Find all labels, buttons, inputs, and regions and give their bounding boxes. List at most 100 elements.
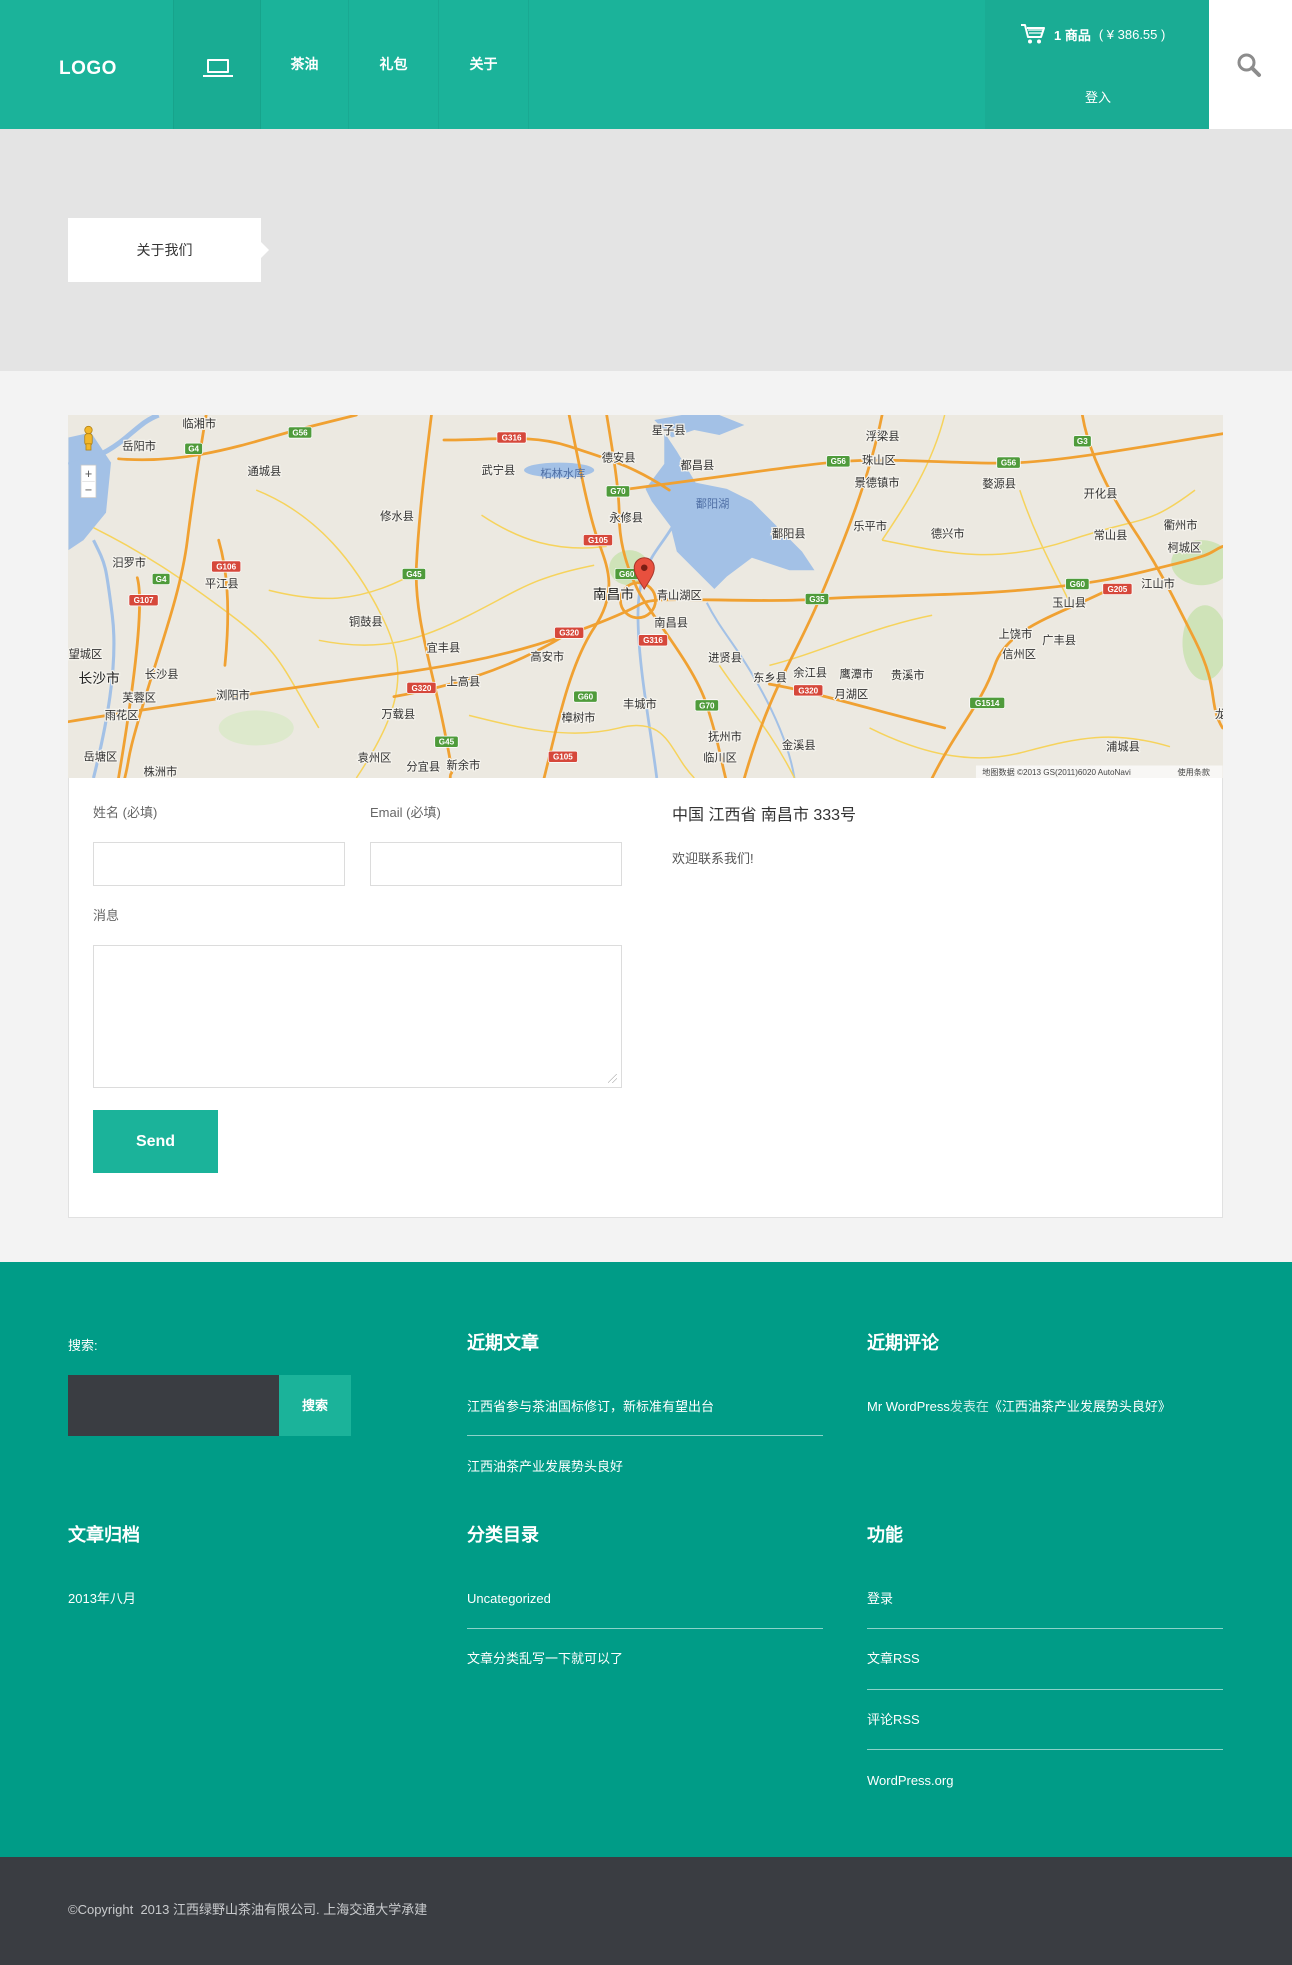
map-label: 平江县 — [205, 578, 239, 591]
header-search-button[interactable] — [1209, 0, 1292, 129]
nav-item-label: 关于 — [469, 56, 498, 72]
highway-shield: G107 — [128, 594, 159, 607]
footer-search-button[interactable]: 搜索 — [279, 1375, 351, 1436]
cart-area — [985, 0, 1209, 129]
laptop-icon — [203, 59, 233, 77]
category-link[interactable]: Uncategorized — [467, 1590, 551, 1608]
map-label: 高安市 — [530, 649, 564, 663]
category-link[interactable]: 文章分类乱写一下就可以了 — [467, 1650, 623, 1668]
meta-wordpress-link[interactable]: WordPress.org — [867, 1772, 953, 1790]
divider — [467, 1435, 823, 1436]
map-label: 临川区 — [703, 751, 737, 765]
map-label: 婺源县 — [982, 477, 1016, 491]
map-label: 雨花区 — [105, 709, 139, 722]
nav-item-about[interactable]: 关于 — [439, 0, 529, 129]
pegman-icon[interactable] — [84, 425, 93, 451]
map-label: 鄱阳县 — [772, 528, 806, 541]
send-button[interactable]: Send — [93, 1110, 218, 1173]
message-textarea[interactable] — [93, 945, 622, 1088]
highway-shield: G4 — [151, 572, 171, 585]
highway-shield-label: G60 — [619, 570, 635, 579]
highway-shield-label: G3 — [1077, 437, 1088, 446]
highway-shield-label: G56 — [1001, 458, 1017, 467]
zoom-in-button[interactable]: + — [85, 467, 92, 481]
map-water-label: 柘林水库 — [540, 467, 585, 481]
footer-search-input[interactable] — [68, 1375, 279, 1436]
comment-author-link[interactable]: Mr WordPress — [867, 1399, 950, 1414]
message-label: 消息 — [93, 908, 120, 923]
highway-shield-label: G105 — [588, 536, 608, 545]
highway-shield-label: G4 — [156, 575, 167, 584]
highway-shield: G320 — [793, 684, 824, 697]
highway-shield-label: G107 — [134, 596, 154, 605]
highway-shield-label: G60 — [578, 693, 594, 702]
map-label: 长沙市 — [78, 670, 120, 686]
map-label: 景德镇市 — [855, 475, 900, 489]
archive-link[interactable]: 2013年八月 — [68, 1590, 136, 1608]
highway-shield: G4 — [184, 442, 203, 455]
categories-title: 分类目录 — [467, 1525, 539, 1545]
highway-shield: G60 — [1065, 577, 1090, 590]
login-link[interactable]: 登入 — [1060, 88, 1136, 108]
map-label: 临湘市 — [182, 417, 216, 431]
highway-shield-label: G70 — [610, 487, 626, 496]
highway-shield: G316 — [496, 431, 527, 444]
breadcrumb-current: 关于我们 — [136, 242, 193, 258]
site-footer — [0, 1262, 1292, 1857]
logo[interactable]: LOGO — [59, 57, 117, 81]
highway-shield-label: G35 — [809, 595, 825, 604]
map-canvas[interactable]: G4 G56 G316 G56 G56 G3 G70 G105 G106 G4 G45 G60 G35 G… — [68, 415, 1223, 778]
divider — [467, 1628, 823, 1629]
map-terms-link[interactable]: 使用条款 — [1177, 767, 1210, 777]
map-label: 鹰潭市 — [840, 667, 874, 681]
highway-shield-label: G320 — [411, 684, 431, 693]
map-label: 信州区 — [1002, 648, 1036, 661]
map-label: 丰城市 — [623, 697, 657, 711]
highway-shield-label: G56 — [292, 428, 308, 437]
highway-shield-label: G60 — [1070, 580, 1086, 589]
highway-shield: G70 — [694, 699, 719, 712]
map-label: 上高县 — [446, 674, 480, 688]
map-label: 星子县 — [652, 424, 686, 437]
nav-item-label: 礼包 — [379, 56, 408, 72]
recent-posts-title: 近期文章 — [467, 1333, 539, 1353]
email-label: Email (必填) — [370, 805, 441, 820]
cart-summary[interactable]: 1 商品 ( ¥ 386.55 ) — [1020, 22, 1165, 46]
meta-login-link[interactable]: 登录 — [867, 1590, 893, 1608]
nav-home[interactable] — [173, 0, 261, 129]
archives-title: 文章归档 — [68, 1525, 140, 1545]
recent-post-link[interactable]: 江西省参与茶油国标修订，新标准有望出台 — [467, 1398, 714, 1416]
resize-handle[interactable] — [608, 1074, 617, 1083]
map-label: 珠山区 — [862, 453, 896, 467]
map-label: 余江县 — [793, 666, 827, 680]
map-label: 岳阳市 — [122, 439, 156, 453]
comment-post-link[interactable]: 《江西油茶产业发展势头良好》 — [989, 1399, 1171, 1414]
map-label: 开化县 — [1084, 487, 1118, 501]
map-water-label: 鄱阳湖 — [696, 497, 730, 511]
nav-item-oil[interactable]: 茶油 — [261, 0, 349, 129]
highway-shield: G320 — [554, 626, 585, 639]
highway-shield-label: G316 — [643, 636, 663, 645]
recent-post-link[interactable]: 江西油茶产业发展势头良好 — [467, 1458, 623, 1476]
zoom-out-button[interactable]: − — [85, 483, 92, 497]
map-label: 上饶市 — [998, 627, 1032, 641]
cart-total: ( ¥ 386.55 ) — [1098, 26, 1166, 42]
highway-shield: G70 — [605, 485, 631, 498]
nav-item-gift[interactable]: 礼包 — [349, 0, 439, 129]
map-label: 江山市 — [1141, 577, 1175, 591]
map-label: 南昌市 — [593, 586, 635, 602]
meta-comments-rss-link[interactable]: 评论RSS — [867, 1711, 920, 1729]
highway-shield-label: G316 — [502, 433, 522, 442]
highway-shield-label: G45 — [439, 738, 455, 747]
highway-shield-label: G105 — [553, 753, 573, 762]
name-field[interactable] — [93, 842, 345, 886]
map-label: 分宜县 — [406, 759, 440, 773]
map-label: 宜丰县 — [426, 641, 460, 655]
highway-shield-label: G70 — [699, 701, 715, 710]
meta-entries-rss-link[interactable]: 文章RSS — [867, 1650, 920, 1668]
cart-count: 1 商品 — [1054, 27, 1091, 43]
map[interactable]: G4 G56 G316 G56 G56 G3 G70 G105 G106 G4 G45 G60 G35 G… — [68, 415, 1223, 778]
contact-welcome: 欢迎联系我们! — [672, 851, 754, 866]
email-field[interactable] — [370, 842, 622, 886]
highway-shield: G56 — [996, 456, 1021, 469]
